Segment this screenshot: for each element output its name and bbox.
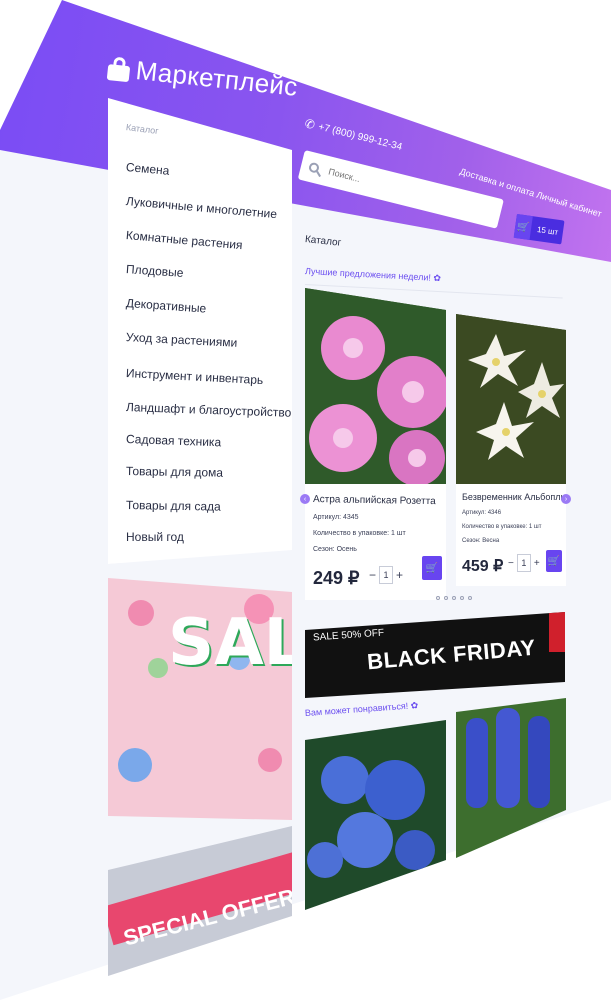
product-price: 459 ₽ [462,558,504,575]
banner-ribbon [549,612,565,652]
sidebar-item-home[interactable]: Товары для дома [126,464,223,480]
carousel-next-button[interactable]: › [561,494,571,504]
sidebar-item-newyear[interactable]: Новый год [126,530,184,544]
sidebar-item-indoor[interactable]: Комнатные растения [125,228,243,252]
carousel-prev-button[interactable]: ‹ [300,494,310,504]
sidebar-item-tools[interactable]: Инструмент и инвентарь [126,366,264,387]
cart-icon: 🛒 [547,555,561,567]
add-to-cart-button[interactable]: 🛒 [546,550,562,572]
carousel-dot[interactable] [460,596,464,600]
carousel-dots [436,596,472,600]
sidebar-item-bulbous[interactable]: Луковичные и многолетние [125,194,277,221]
sale-promo-banner[interactable]: SALE [108,578,292,820]
quantity-stepper[interactable]: − 1 + [369,566,403,584]
product-price: 249 ₽ [313,568,360,588]
product-image-colchicum [456,314,566,484]
quantity-stepper[interactable]: − 1 + [508,554,540,572]
search-icon [307,161,321,174]
product-card[interactable] [456,698,566,858]
product-season: Сезон: Осень [313,546,357,553]
sidebar-item-landscape[interactable]: Ландшафт и благоустройство [126,400,292,420]
sidebar-title: Каталог [125,122,160,136]
product-image-aster [305,288,446,486]
sidebar-item-garden[interactable]: Товары для сада [126,498,221,514]
white-flowers-image [456,314,566,484]
carousel-dot[interactable] [452,596,456,600]
flower-decoration [258,748,282,772]
sidebar-item-seeds[interactable]: Семена [125,160,170,178]
banner-title: BLACK FRIDAY [366,634,537,675]
increase-button[interactable]: + [396,568,403,582]
hyacinth-image [456,698,566,858]
page: Маркетплейс ✆ +7 (800) 999-12-34 Доставк… [0,0,611,1000]
carousel-dot[interactable] [468,596,472,600]
product-pack: Количество в упаковке: 1 шт [313,530,406,537]
product-card[interactable] [305,720,446,910]
product-season: Сезон: Весна [462,538,500,544]
phone-icon: ✆ [303,116,317,133]
decrease-button[interactable]: − [369,568,376,582]
sale-text: SALE [168,606,292,680]
product-card[interactable]: Астра альпийская Розетта Артикул: 4345 К… [305,288,446,600]
increase-button[interactable]: + [534,558,540,569]
carousel-dot[interactable] [444,596,448,600]
flower-decoration [148,658,168,678]
decrease-button[interactable]: − [508,558,514,569]
product-name[interactable]: Безвременник Альбоплинум [462,492,566,502]
product-article: Артикул: 4346 [462,510,502,516]
cart-icon: 🛒 [425,562,439,574]
sidebar-item-care[interactable]: Уход за растениями [126,330,238,350]
blue-flowers-image [305,720,446,910]
cart-count: 15 шт [536,224,559,237]
aster-flowers-image [305,288,446,486]
shopping-bag-icon [106,56,131,82]
flower-icon: ✿ [433,272,442,284]
product-name[interactable]: Астра альпийская Розетта [313,494,436,507]
sidebar-item-decorative[interactable]: Декоративные [126,296,207,316]
banner-sale-text: SALE 50% OFF [312,627,385,644]
cart-icon: 🛒 [513,214,533,240]
catalog-sidebar: Каталог Семена Луковичные и многолетние … [108,98,292,564]
sidebar-item-machinery[interactable]: Садовая техника [126,432,222,449]
product-card[interactable]: Безвременник Альбоплинум Артикул: 4346 К… [456,314,566,586]
add-to-cart-button[interactable]: 🛒 [422,556,442,580]
sidebar-item-fruit[interactable]: Плодовые [126,262,184,280]
flower-icon: ✿ [410,700,419,711]
product-article: Артикул: 4345 [313,514,359,521]
flower-decoration [128,600,154,626]
product-pack: Количество в упаковке: 1 шт [462,524,542,530]
flower-decoration [118,748,152,782]
quantity-value[interactable]: 1 [516,554,531,572]
quantity-value[interactable]: 1 [379,566,394,584]
carousel-dot[interactable] [436,596,440,600]
